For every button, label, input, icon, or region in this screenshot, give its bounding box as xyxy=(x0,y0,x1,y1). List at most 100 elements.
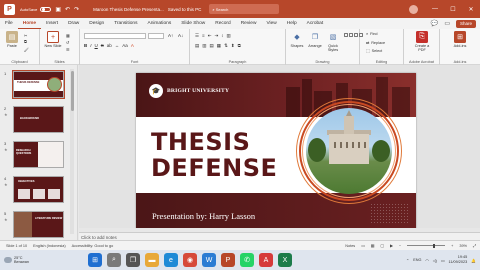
save-icon[interactable]: ▣ xyxy=(55,6,61,13)
chrome-icon[interactable]: ◉ xyxy=(183,253,197,267)
acrobat-icon[interactable]: A xyxy=(259,253,273,267)
avatar[interactable] xyxy=(409,4,418,14)
notification-icon[interactable]: 🔔 xyxy=(471,258,476,263)
replace-button[interactable]: ⇄ Replace xyxy=(366,40,385,46)
slide-thumbnail-2[interactable]: 2 ★ BACKGROUND xyxy=(4,106,66,133)
tab-draw[interactable]: Draw xyxy=(63,18,84,29)
tab-slide-show[interactable]: Slide Show xyxy=(176,18,210,29)
find-button[interactable]: ⌕ Find xyxy=(366,32,378,36)
undo-icon[interactable]: ↶ xyxy=(65,6,70,13)
edge-icon[interactable]: e xyxy=(164,253,178,267)
bold-button[interactable]: B xyxy=(84,43,87,48)
battery-icon[interactable]: ▭ xyxy=(441,258,445,263)
change-case-icon[interactable]: Aa xyxy=(122,43,128,48)
copy-icon[interactable]: ⧉ xyxy=(24,40,27,44)
italic-button[interactable]: I xyxy=(90,43,91,48)
shapes-button[interactable]: ◆ Shapes xyxy=(288,31,306,48)
comments-icon[interactable]: 💬 xyxy=(431,20,438,27)
tab-record[interactable]: Record xyxy=(210,18,235,29)
fit-to-window-icon[interactable]: ⤢ xyxy=(473,244,476,248)
slide-sorter-icon[interactable]: ▦ xyxy=(371,243,375,248)
search-box[interactable]: ⌕ Search xyxy=(209,4,280,14)
font-size-dropdown[interactable] xyxy=(148,33,164,39)
reset-icon[interactable]: ↺ xyxy=(66,40,69,45)
smartart-icon[interactable]: ⧉ xyxy=(238,43,241,49)
char-spacing-icon[interactable]: ↔ xyxy=(115,43,120,48)
thumbnail-scrollbar[interactable] xyxy=(70,69,74,234)
strikethrough-button[interactable]: S xyxy=(101,43,104,48)
slide-thumbnail-3[interactable]: 3 ★ RESEARCH QUESTIONS xyxy=(4,141,66,168)
arrange-button[interactable]: ❐ Arrange xyxy=(306,31,324,48)
decrease-indent-icon[interactable]: ⇤ xyxy=(208,33,212,39)
file-explorer-icon[interactable]: ▬ xyxy=(145,253,159,267)
tab-review[interactable]: Review xyxy=(236,18,262,29)
notes-pane[interactable]: Click to add notes xyxy=(79,232,480,240)
input-language[interactable]: ENG xyxy=(413,258,421,262)
slideshow-icon[interactable]: ▶ xyxy=(390,243,393,248)
tab-acrobat[interactable]: Acrobat xyxy=(302,18,329,29)
layout-icon[interactable]: ▦ xyxy=(66,33,70,38)
slide-canvas[interactable]: 🎓 BRIGHT UNIVERSITY THESIS DEFENSE Prese… xyxy=(136,73,416,231)
align-left-icon[interactable]: ▤ xyxy=(195,43,199,49)
increase-indent-icon[interactable]: ⇥ xyxy=(214,33,218,39)
slide-thumbnail-1[interactable]: 1 THESIS DEFENSE xyxy=(4,69,66,100)
search-taskbar-icon[interactable]: ⌕ xyxy=(107,253,121,267)
accessibility-status[interactable]: Accessibility: Good to go xyxy=(72,244,114,248)
maximize-button[interactable]: ☐ xyxy=(444,6,462,13)
notes-toggle[interactable]: Notes xyxy=(345,244,355,248)
text-direction-icon[interactable]: ⇅ xyxy=(224,43,228,49)
create-pdf-button[interactable]: ⎘ Create a PDF xyxy=(412,31,432,52)
format-painter-icon[interactable]: 🖌 xyxy=(24,47,29,52)
font-color-icon[interactable]: A xyxy=(131,43,134,48)
tab-home[interactable]: Home xyxy=(17,18,42,29)
addins-button[interactable]: ⊞ Add-ins xyxy=(451,31,469,48)
clock[interactable]: 19:45 11/09/2023 xyxy=(449,255,468,265)
align-text-icon[interactable]: ⬍ xyxy=(231,43,235,49)
present-icon[interactable]: ▭ xyxy=(444,20,450,27)
paste-button[interactable]: ▤ Paste xyxy=(3,31,21,48)
slide-thumbnail-5[interactable]: 5 ★ LITERATURE REVIEW xyxy=(4,211,66,238)
zoom-level[interactable]: 39% xyxy=(459,244,467,248)
close-button[interactable]: ✕ xyxy=(462,6,480,13)
align-right-icon[interactable]: ▤ xyxy=(210,43,214,49)
wifi-icon[interactable]: ◠ xyxy=(425,258,428,263)
volume-icon[interactable]: ◁) xyxy=(433,258,437,263)
powerpoint-icon[interactable]: P xyxy=(221,253,235,267)
autosave-toggle[interactable] xyxy=(40,6,52,12)
zoom-slider[interactable] xyxy=(407,243,446,248)
bullets-icon[interactable]: ☰ xyxy=(195,33,199,39)
start-icon[interactable]: ⊞ xyxy=(88,253,102,267)
excel-icon[interactable]: X xyxy=(278,253,292,267)
slide-title[interactable]: THESIS DEFENSE xyxy=(151,129,277,181)
whatsapp-icon[interactable]: ✆ xyxy=(240,253,254,267)
zoom-out-icon[interactable]: − xyxy=(399,244,401,248)
new-slide-button[interactable]: + New Slide xyxy=(44,31,62,48)
redo-icon[interactable]: ↷ xyxy=(74,6,79,13)
align-center-icon[interactable]: ▥ xyxy=(202,43,206,49)
tab-help[interactable]: Help xyxy=(282,18,302,29)
minimize-button[interactable]: — xyxy=(426,6,444,12)
tray-chevron-icon[interactable]: ⌃ xyxy=(406,258,409,263)
justify-icon[interactable]: ▦ xyxy=(217,43,221,49)
quick-styles-button[interactable]: ▧ Quick Styles xyxy=(324,31,342,52)
share-button[interactable]: Share xyxy=(455,19,476,28)
columns-icon[interactable]: ▥ xyxy=(227,33,231,39)
presenter-name[interactable]: Presentation by: Harry Lasson xyxy=(152,211,255,221)
word-icon[interactable]: W xyxy=(202,253,216,267)
section-icon[interactable]: ☰ xyxy=(66,47,69,52)
tab-transitions[interactable]: Transitions xyxy=(109,18,142,29)
line-spacing-icon[interactable]: ↕ xyxy=(221,33,223,39)
tab-design[interactable]: Design xyxy=(84,18,109,29)
tab-insert[interactable]: Insert xyxy=(41,18,63,29)
task-view-icon[interactable]: ❐ xyxy=(126,253,140,267)
tab-file[interactable]: File xyxy=(0,18,18,29)
grow-font-icon[interactable]: A↑ xyxy=(168,33,173,38)
shadow-icon[interactable]: ab xyxy=(107,43,112,48)
numbering-icon[interactable]: ≡ xyxy=(202,33,205,39)
font-name-dropdown[interactable] xyxy=(84,33,146,39)
underline-button[interactable]: U xyxy=(95,43,98,48)
language-indicator[interactable]: English (Indonesia) xyxy=(33,244,66,248)
select-button[interactable]: ⬚ Select xyxy=(366,48,382,54)
reading-view-icon[interactable]: ▢ xyxy=(380,243,384,248)
tab-view[interactable]: View xyxy=(261,18,281,29)
